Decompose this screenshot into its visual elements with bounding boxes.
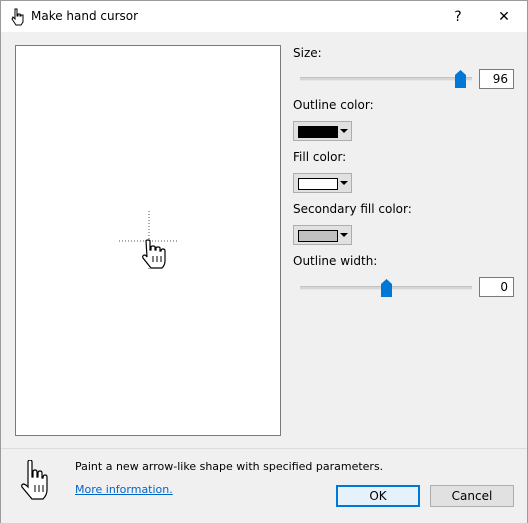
outline-width-slider-thumb[interactable] [381, 279, 392, 297]
secondary-fill-color-button[interactable] [293, 225, 352, 245]
outline-color-label: Outline color: [293, 98, 374, 112]
size-slider-track[interactable] [300, 77, 472, 81]
hand-cursor-preview-icon [142, 239, 166, 269]
help-button[interactable]: ? [435, 1, 481, 32]
close-button[interactable]: ✕ [481, 1, 527, 32]
size-input[interactable]: 96 [479, 69, 514, 89]
title-bar: Make hand cursor ? ✕ [1, 1, 527, 32]
fill-color-button[interactable] [293, 173, 352, 193]
fill-color-swatch [298, 178, 338, 190]
ok-button[interactable]: OK [336, 485, 420, 507]
info-panel: Paint a new arrow-like shape with specif… [1, 448, 527, 523]
size-slider-thumb[interactable] [455, 70, 466, 88]
dialog-title: Make hand cursor [31, 9, 139, 23]
chevron-down-icon [340, 233, 348, 237]
description-text: Paint a new arrow-like shape with specif… [75, 460, 384, 473]
hand-cursor-icon [21, 460, 48, 500]
outline-color-button[interactable] [293, 121, 352, 141]
chevron-down-icon [340, 129, 348, 133]
size-label: Size: [293, 46, 322, 60]
more-information-link[interactable]: More information. [75, 483, 173, 496]
secondary-fill-color-swatch [298, 230, 338, 242]
cursor-preview [15, 45, 281, 436]
secondary-fill-color-label: Secondary fill color: [293, 202, 412, 216]
fill-color-label: Fill color: [293, 150, 347, 164]
cancel-button[interactable]: Cancel [430, 485, 514, 507]
hand-cursor-icon [11, 8, 24, 26]
outline-width-input[interactable]: 0 [479, 277, 514, 297]
chevron-down-icon [340, 181, 348, 185]
outline-color-swatch [298, 126, 338, 138]
outline-width-label: Outline width: [293, 254, 378, 268]
dialog-window: Make hand cursor ? ✕ Size: 96 Outline co… [0, 0, 528, 523]
